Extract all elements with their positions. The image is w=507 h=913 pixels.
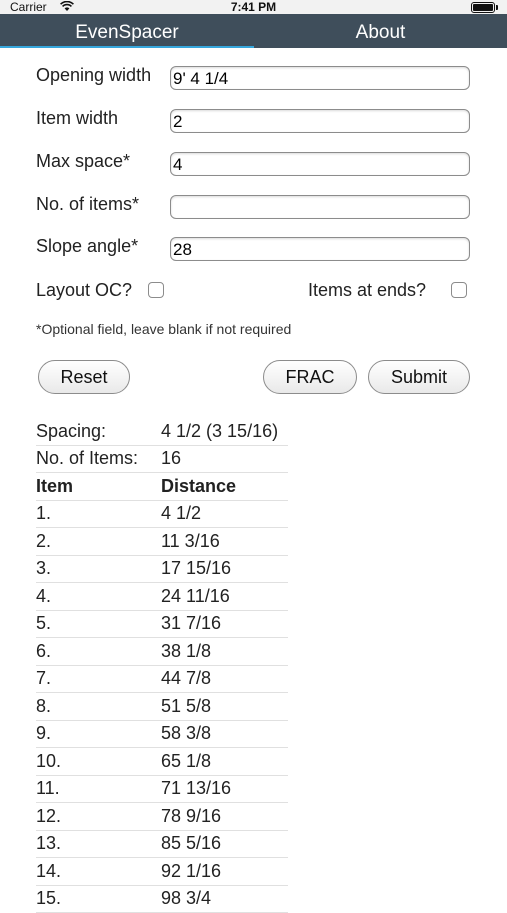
item-number: 14. — [36, 861, 161, 882]
item-number: 10. — [36, 751, 161, 772]
item-number: 3. — [36, 558, 161, 579]
item-number: 13. — [36, 833, 161, 854]
column-header-distance: Distance — [161, 476, 288, 497]
opening-width-field[interactable] — [170, 66, 470, 90]
items-at-ends-checkbox[interactable] — [451, 282, 467, 298]
item-number: 15. — [36, 888, 161, 909]
item-distance: 98 3/4 — [161, 888, 288, 909]
item-number: 2. — [36, 531, 161, 552]
active-tab-indicator — [0, 46, 254, 48]
spacing-value: 4 1/2 (3 15/16) — [161, 421, 288, 442]
items-at-ends-label: Items at ends? — [308, 280, 426, 301]
item-number: 6. — [36, 641, 161, 662]
item-distance: 4 1/2 — [161, 503, 288, 524]
num-items-field[interactable] — [170, 195, 470, 219]
item-number: 5. — [36, 613, 161, 634]
item-distance: 17 15/16 — [161, 558, 288, 579]
item-distance: 31 7/16 — [161, 613, 288, 634]
table-row: 10.65 1/8 — [36, 748, 288, 776]
max-space-field[interactable] — [170, 152, 470, 176]
item-number: 12. — [36, 806, 161, 827]
spacing-label: Spacing: — [36, 421, 161, 442]
item-distance: 11 3/16 — [161, 531, 288, 552]
item-number: 8. — [36, 696, 161, 717]
item-distance: 24 11/16 — [161, 586, 288, 607]
item-distance: 85 5/16 — [161, 833, 288, 854]
table-row: 4.24 11/16 — [36, 583, 288, 611]
table-body: 1.4 1/22.11 3/163.17 15/164.24 11/165.31… — [36, 501, 288, 913]
item-width-label: Item width — [36, 108, 118, 129]
nav-bar: Carrier 7:41 PM EvenSpacer About — [0, 0, 507, 48]
num-items-result-label: No. of Items: — [36, 448, 161, 469]
table-row: 9.58 3/8 — [36, 721, 288, 749]
table-row: 11.71 13/16 — [36, 776, 288, 804]
table-row: 2.11 3/16 — [36, 528, 288, 556]
table-row: 3.17 15/16 — [36, 556, 288, 584]
submit-button[interactable]: Submit — [368, 360, 470, 394]
layout-oc-checkbox[interactable] — [148, 282, 164, 298]
table-header: Item Distance — [36, 473, 288, 501]
slope-angle-field[interactable] — [170, 237, 470, 261]
table-row: 12.78 9/16 — [36, 803, 288, 831]
spacing-row: Spacing: 4 1/2 (3 15/16) — [36, 418, 288, 446]
status-bar: Carrier 7:41 PM — [0, 0, 507, 14]
item-number: 9. — [36, 723, 161, 744]
table-row: 15.98 3/4 — [36, 886, 288, 913]
item-distance: 51 5/8 — [161, 696, 288, 717]
optional-field-note: *Optional field, leave blank if not requ… — [36, 321, 291, 337]
item-distance: 65 1/8 — [161, 751, 288, 772]
table-row: 14.92 1/16 — [36, 858, 288, 886]
battery-icon — [471, 2, 495, 13]
max-space-label: Max space* — [36, 151, 130, 172]
table-row: 7.44 7/8 — [36, 666, 288, 694]
item-distance: 71 13/16 — [161, 778, 288, 799]
opening-width-label: Opening width — [36, 65, 151, 86]
table-row: 1.4 1/2 — [36, 501, 288, 529]
status-time: 7:41 PM — [0, 0, 507, 14]
table-row: 6.38 1/8 — [36, 638, 288, 666]
item-distance: 92 1/16 — [161, 861, 288, 882]
reset-button[interactable]: Reset — [38, 360, 130, 394]
table-row: 13.85 5/16 — [36, 831, 288, 859]
item-number: 4. — [36, 586, 161, 607]
table-row: 5.31 7/16 — [36, 611, 288, 639]
table-row: 8.51 5/8 — [36, 693, 288, 721]
tab-evenspacer[interactable]: EvenSpacer — [0, 18, 254, 48]
frac-button[interactable]: FRAC — [263, 360, 357, 394]
num-items-label: No. of items* — [36, 194, 139, 215]
item-number: 1. — [36, 503, 161, 524]
slope-angle-label: Slope angle* — [36, 236, 138, 257]
tab-about[interactable]: About — [254, 18, 507, 48]
item-distance: 44 7/8 — [161, 668, 288, 689]
column-header-item: Item — [36, 476, 161, 497]
item-distance: 38 1/8 — [161, 641, 288, 662]
num-items-result-value: 16 — [161, 448, 288, 469]
item-distance: 58 3/8 — [161, 723, 288, 744]
item-number: 11. — [36, 778, 161, 799]
results-table: Spacing: 4 1/2 (3 15/16) No. of Items: 1… — [36, 418, 288, 913]
layout-oc-label: Layout OC? — [36, 280, 132, 301]
item-distance: 78 9/16 — [161, 806, 288, 827]
num-items-row: No. of Items: 16 — [36, 446, 288, 474]
item-width-field[interactable] — [170, 109, 470, 133]
item-number: 7. — [36, 668, 161, 689]
